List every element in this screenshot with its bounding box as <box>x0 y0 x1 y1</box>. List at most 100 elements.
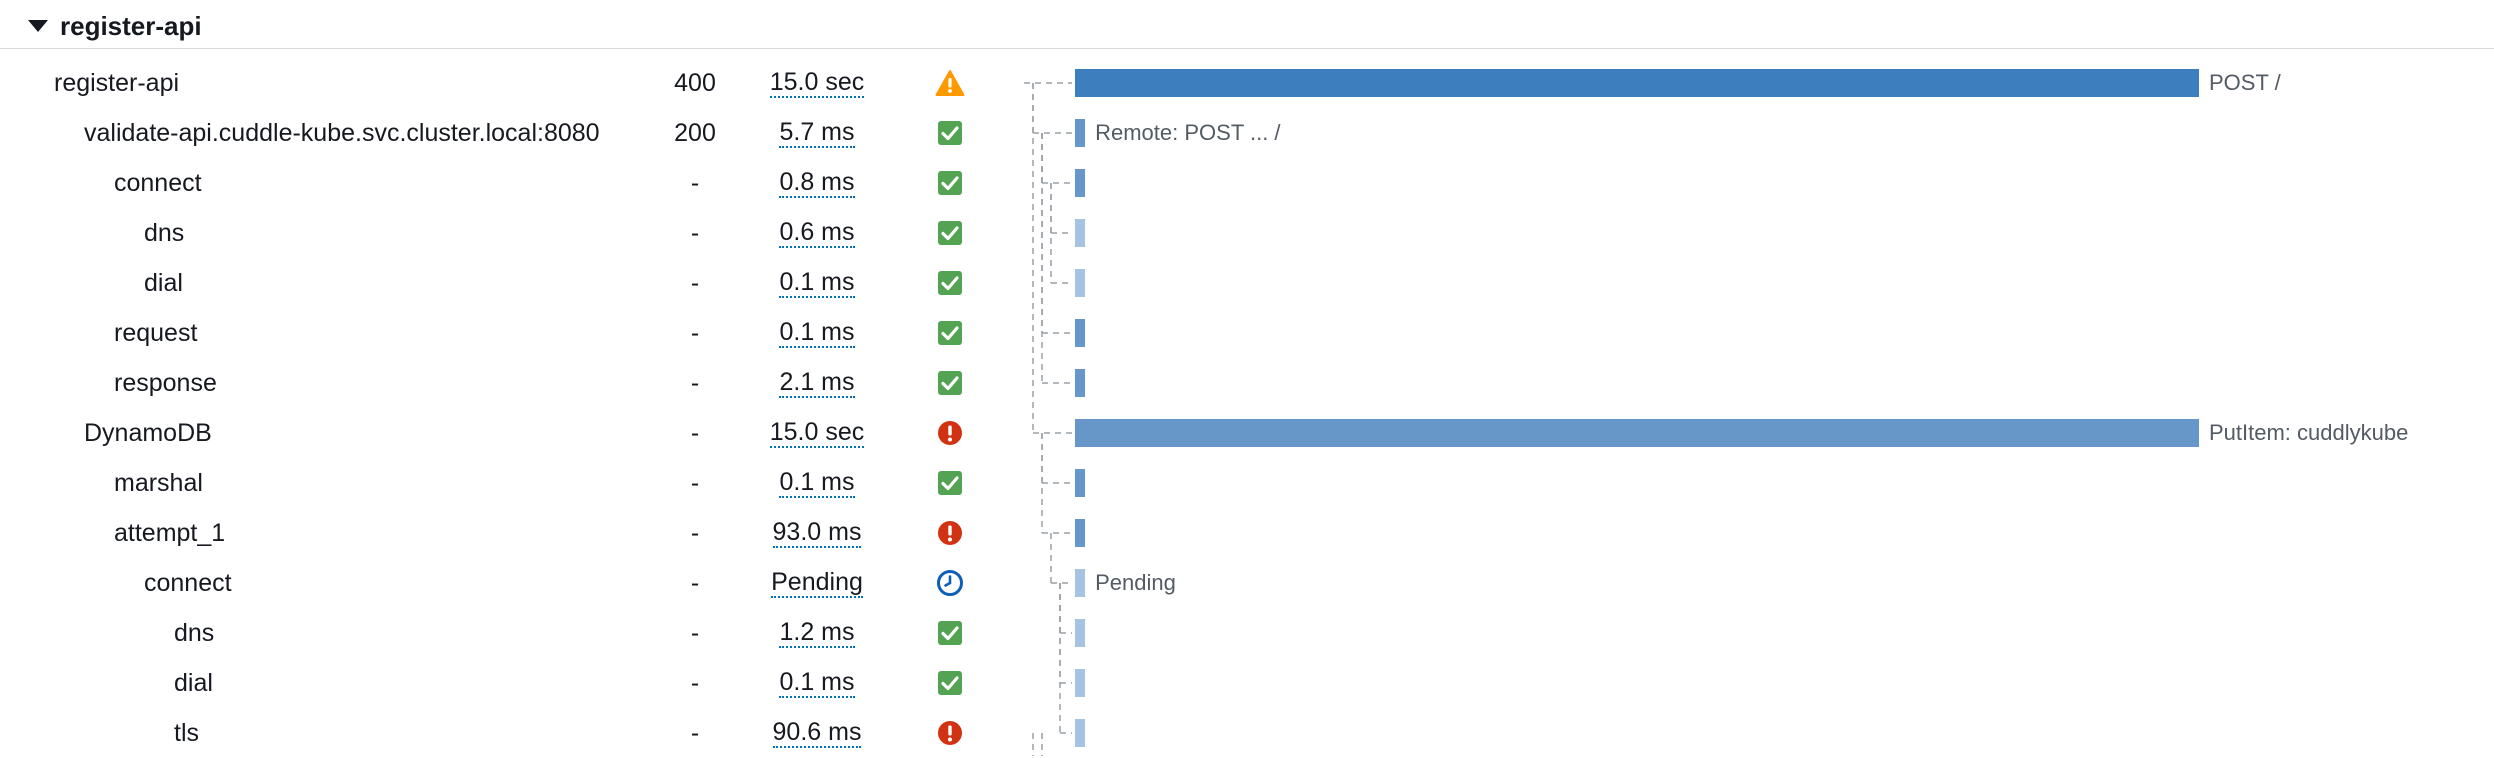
segment-row[interactable]: register-api 400 15.0 sec POST / <box>0 58 2494 108</box>
segment-duration-cell: 0.6 ms <box>762 208 872 258</box>
segment-duration[interactable]: 0.1 ms <box>779 318 855 348</box>
timeline-bar[interactable] <box>1075 269 1086 297</box>
check-icon[interactable] <box>930 258 970 308</box>
timeline-bar-label: PutItem: cuddlykube <box>2209 420 2409 445</box>
segment-status-code: - <box>690 568 700 597</box>
segment-duration[interactable]: 0.6 ms <box>779 218 855 248</box>
check-icon[interactable] <box>930 208 970 258</box>
segment-name[interactable]: marshal <box>114 458 203 508</box>
timeline-bar[interactable] <box>1075 569 1086 597</box>
check-icon[interactable] <box>930 158 970 208</box>
timeline-bar[interactable] <box>1075 119 1086 147</box>
segment-duration[interactable]: 93.0 ms <box>772 518 862 548</box>
segment-duration[interactable]: 1.2 ms <box>779 618 855 648</box>
timeline-bar[interactable] <box>1075 719 1086 747</box>
segment-row[interactable]: dial - 0.1 ms <box>0 258 2494 308</box>
segment-status-code: - <box>690 618 700 647</box>
segment-duration-cell: 0.1 ms <box>762 658 872 708</box>
check-icon[interactable] <box>930 658 970 708</box>
segment-duration[interactable]: 5.7 ms <box>779 118 855 148</box>
error-icon[interactable] <box>930 708 970 758</box>
segment-row[interactable]: connect - 0.8 ms <box>0 158 2494 208</box>
segment-row[interactable]: dial - 0.1 ms <box>0 658 2494 708</box>
segment-status-code: 200 <box>674 118 716 147</box>
segment-name[interactable]: dial <box>144 258 183 308</box>
timeline-bar[interactable] <box>1075 669 1086 697</box>
error-icon[interactable] <box>930 408 970 458</box>
segment-status-code: - <box>690 418 700 447</box>
segment-name[interactable]: register-api <box>54 58 179 108</box>
segment-duration-cell: 5.7 ms <box>762 108 872 158</box>
segment-status-code: - <box>690 668 700 697</box>
segment-row[interactable]: tls - 90.6 ms <box>0 708 2494 758</box>
segment-row[interactable]: attempt_1 - 93.0 ms <box>0 508 2494 558</box>
segment-name[interactable]: attempt_1 <box>114 508 225 558</box>
segment-status-code: - <box>690 168 700 197</box>
segment-status-code: 400 <box>674 68 716 97</box>
timeline-bar[interactable] <box>1075 619 1086 647</box>
segment-duration-cell: 15.0 sec <box>762 408 872 458</box>
segment-duration-cell: 90.6 ms <box>762 708 872 758</box>
segment-name[interactable]: request <box>114 308 197 358</box>
segment-status-code: - <box>690 518 700 547</box>
timeline-bar[interactable] <box>1075 219 1086 247</box>
timeline-bar[interactable] <box>1075 69 2199 97</box>
segment-duration-cell: Pending <box>762 558 872 608</box>
segment-status-code: - <box>690 218 700 247</box>
timeline-bar[interactable] <box>1075 419 2199 447</box>
segment-name[interactable]: dns <box>174 608 214 658</box>
segment-row[interactable]: dns - 1.2 ms <box>0 608 2494 658</box>
timeline-bar[interactable] <box>1075 319 1086 347</box>
segment-duration-cell: 0.8 ms <box>762 158 872 208</box>
segment-row[interactable]: response - 2.1 ms <box>0 358 2494 408</box>
segment-duration[interactable]: 15.0 sec <box>769 418 865 448</box>
timeline-bar[interactable] <box>1075 169 1086 197</box>
segment-duration[interactable]: 0.1 ms <box>779 468 855 498</box>
check-icon[interactable] <box>930 108 970 158</box>
trace-group-header[interactable]: register-api <box>28 6 202 46</box>
segment-status-code: - <box>690 718 700 747</box>
timeline-bar[interactable] <box>1075 519 1086 547</box>
segment-status-code: - <box>690 268 700 297</box>
segment-name[interactable]: response <box>114 358 217 408</box>
timeline-bar-label: Pending <box>1095 570 1176 595</box>
segment-duration-cell: 15.0 sec <box>762 58 872 108</box>
segment-duration[interactable]: 0.8 ms <box>779 168 855 198</box>
timeline-bar[interactable] <box>1075 369 1086 397</box>
segment-row[interactable]: request - 0.1 ms <box>0 308 2494 358</box>
segment-name[interactable]: dns <box>144 208 184 258</box>
segment-row[interactable]: validate-api.cuddle-kube.svc.cluster.loc… <box>0 108 2494 158</box>
error-icon[interactable] <box>930 508 970 558</box>
segment-name[interactable]: connect <box>114 158 202 208</box>
check-icon[interactable] <box>930 308 970 358</box>
check-icon[interactable] <box>930 458 970 508</box>
segment-duration[interactable]: 0.1 ms <box>779 268 855 298</box>
segment-name[interactable]: connect <box>144 558 232 608</box>
segment-status-code: - <box>690 368 700 397</box>
segment-duration-cell: 0.1 ms <box>762 458 872 508</box>
check-icon[interactable] <box>930 358 970 408</box>
clock-icon[interactable] <box>930 558 970 608</box>
timeline-bar[interactable] <box>1075 469 1086 497</box>
caret-down-icon[interactable] <box>28 20 48 32</box>
segment-row[interactable]: DynamoDB - 15.0 sec PutItem: cuddlykube <box>0 408 2494 458</box>
segment-duration-cell: 93.0 ms <box>762 508 872 558</box>
warning-icon[interactable] <box>930 58 970 108</box>
segment-duration[interactable]: 0.1 ms <box>779 668 855 698</box>
segment-duration[interactable]: Pending <box>771 568 863 598</box>
segment-name[interactable]: DynamoDB <box>84 408 212 458</box>
segment-row[interactable]: marshal - 0.1 ms <box>0 458 2494 508</box>
trace-group-title: register-api <box>60 10 202 41</box>
segment-name[interactable]: dial <box>174 658 213 708</box>
segment-name[interactable]: tls <box>174 708 199 758</box>
segment-duration[interactable]: 90.6 ms <box>772 718 862 748</box>
segment-row[interactable]: dns - 0.6 ms <box>0 208 2494 258</box>
segment-duration[interactable]: 15.0 sec <box>769 68 865 98</box>
segment-duration-cell: 0.1 ms <box>762 258 872 308</box>
check-icon[interactable] <box>930 608 970 658</box>
segment-duration[interactable]: 2.1 ms <box>779 368 855 398</box>
segment-name[interactable]: validate-api.cuddle-kube.svc.cluster.loc… <box>84 108 600 158</box>
segment-row[interactable]: connect - Pending Pending <box>0 558 2494 608</box>
trace-timeline-panel: register-api register-api 400 15.0 sec POST… <box>0 0 2494 756</box>
segment-status-code: - <box>690 468 700 497</box>
